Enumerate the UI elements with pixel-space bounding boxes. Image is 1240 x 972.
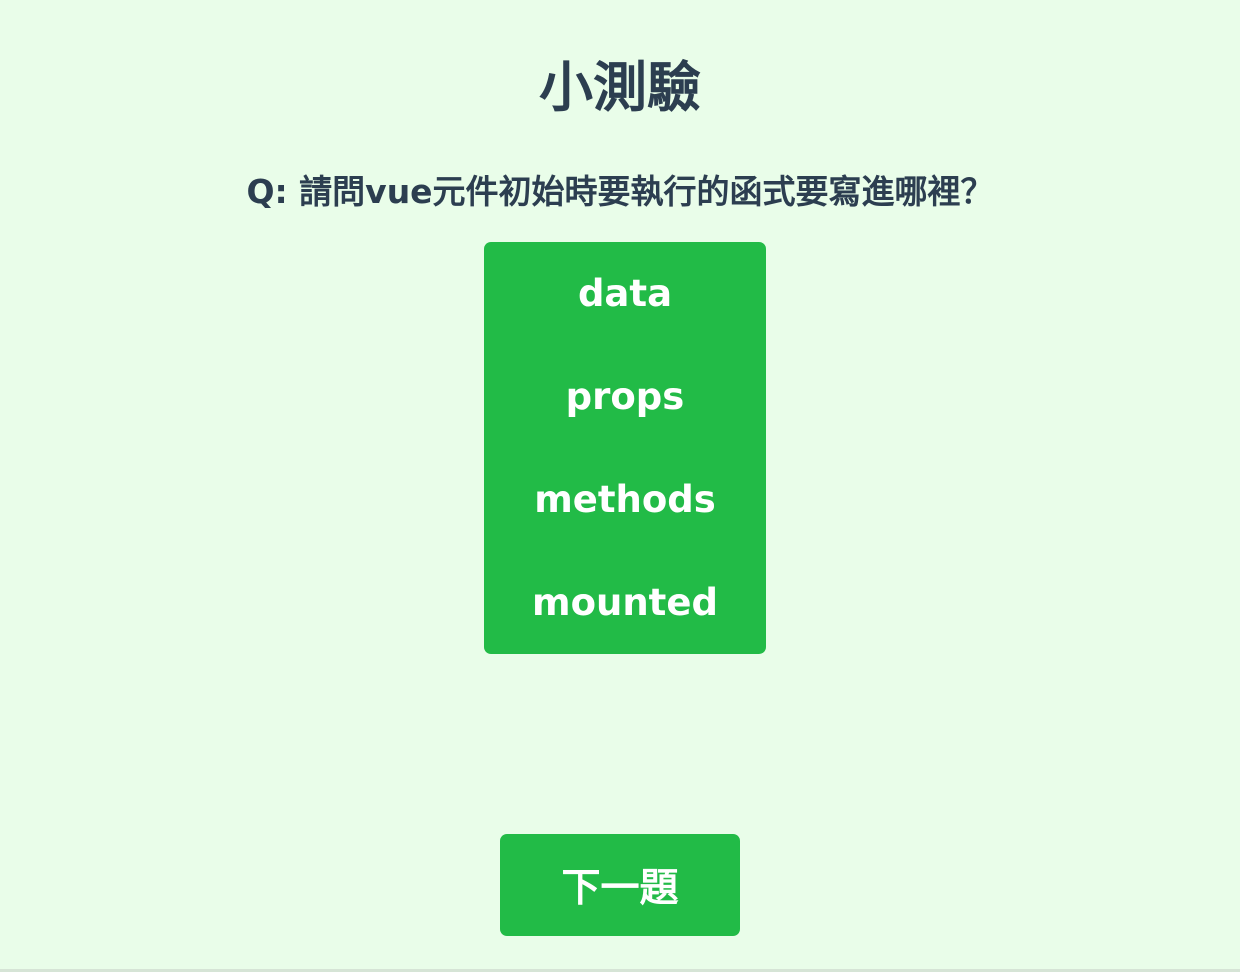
next-question-button[interactable]: 下一題 xyxy=(500,834,740,936)
option-mounted[interactable]: mounted xyxy=(484,551,766,654)
option-props[interactable]: props xyxy=(484,345,766,448)
page-title: 小測驗 xyxy=(539,56,701,119)
option-methods[interactable]: methods xyxy=(484,448,766,551)
question-text: Q: 請問vue元件初始時要執行的函式要寫進哪裡？ xyxy=(246,172,994,211)
answer-options-list: data props methods mounted xyxy=(484,242,766,654)
option-data[interactable]: data xyxy=(484,242,766,345)
